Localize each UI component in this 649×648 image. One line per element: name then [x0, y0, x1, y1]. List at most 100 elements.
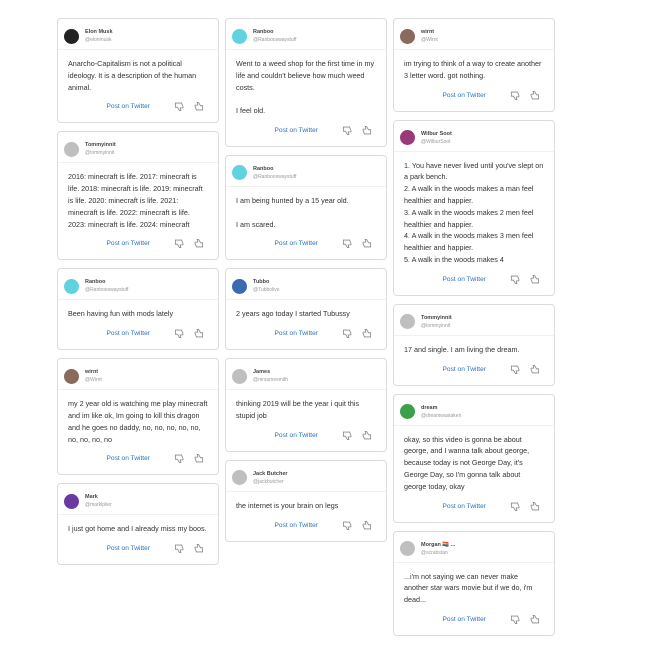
post-on-twitter-link[interactable]: Post on Twitter [275, 432, 319, 439]
post-on-twitter-link[interactable]: Post on Twitter [443, 503, 487, 510]
tweet-text: im trying to think of a way to create an… [404, 59, 542, 80]
tweet-text: 1. You have never lived until you've sle… [404, 160, 544, 264]
avatar [400, 28, 415, 44]
tweet-actions: Post on Twitter [226, 320, 386, 349]
tweet-header: James @mrsamesmith [226, 359, 386, 391]
tweet-actions: Post on Twitter [58, 445, 218, 474]
thumbs-up-icon[interactable] [361, 520, 372, 531]
tweet-card: James @mrsamesmith thinking 2019 will be t… [225, 358, 387, 452]
post-on-twitter-link[interactable]: Post on Twitter [107, 103, 151, 110]
author-handle: @WilburSoot [421, 138, 451, 145]
thumbs-down-icon[interactable] [510, 274, 521, 285]
thumbs-up-icon[interactable] [361, 430, 372, 441]
thumbs-down-icon[interactable] [174, 328, 185, 339]
thumbs-up-icon[interactable] [529, 274, 540, 285]
post-on-twitter-link[interactable]: Post on Twitter [275, 127, 319, 134]
tweet-header: dream @dreamwastaken [394, 395, 554, 426]
tweet-text: 17 and single. I am living the dream. [404, 344, 520, 354]
thumbs-up-icon[interactable] [361, 238, 372, 249]
tweet-card: Mark @markiplier I just got home and I alr… [57, 483, 219, 566]
thumbs-down-icon[interactable] [174, 453, 185, 464]
tweet-text: Anarcho-Capitalism is not a political id… [68, 59, 197, 92]
author-handle: @Wirnt [85, 377, 102, 384]
thumbs-up-icon[interactable] [193, 328, 204, 339]
post-on-twitter-link[interactable]: Post on Twitter [275, 330, 319, 337]
thumbs-down-icon[interactable] [174, 238, 185, 249]
tweet-header: Wilbur Soot @WilburSoot [394, 121, 554, 152]
tweet-text: ...i'm not saying we can never make anot… [404, 571, 533, 605]
post-on-twitter-link[interactable]: Post on Twitter [443, 366, 487, 373]
tweet-card: wirnt @Wirnt my 2 year old is watching me … [57, 358, 219, 476]
tweet-text: I am being hunted by a 15 year old. I am… [236, 195, 349, 229]
thumbs-down-icon[interactable] [342, 328, 353, 339]
author-name: Tubbo [253, 279, 270, 286]
tweet-column: wirnt @Wirnt im trying to think of a way t… [393, 18, 555, 644]
thumbs-down-icon[interactable] [342, 125, 353, 136]
tweet-header: wirnt @Wirnt [58, 359, 218, 391]
thumbs-down-icon[interactable] [174, 101, 185, 112]
thumbs-up-icon[interactable] [529, 501, 540, 512]
author-name: Ranboo [253, 165, 274, 172]
tweet-actions: Post on Twitter [394, 493, 554, 522]
tweet-actions: Post on Twitter [226, 230, 386, 259]
tweet-text: thinking 2019 will be the year i quit th… [236, 399, 360, 420]
tweet-card: Ranboo @Ranbooswaystuff Been having fun wi… [57, 268, 219, 351]
author-name: Ranboo [85, 279, 106, 286]
thumbs-up-icon[interactable] [193, 238, 204, 249]
author-name: James [253, 369, 271, 376]
tweet-actions: Post on Twitter [58, 93, 218, 122]
tweet-column: Elon Musk @elonmusk Anarcho-Capitalism is … [57, 18, 219, 573]
post-on-twitter-link[interactable]: Post on Twitter [275, 522, 319, 529]
author-name: Morgan 🏳️‍🌈 ... [421, 541, 456, 548]
thumbs-up-icon[interactable] [529, 364, 540, 375]
thumbs-up-icon[interactable] [193, 543, 204, 554]
avatar [400, 314, 415, 330]
post-on-twitter-link[interactable]: Post on Twitter [443, 92, 487, 99]
tweet-card: Tommyinnit @tommyinnit 2016: minecraft is … [57, 131, 219, 261]
post-on-twitter-link[interactable]: Post on Twitter [107, 455, 151, 462]
avatar [232, 28, 247, 44]
thumbs-down-icon[interactable] [342, 520, 353, 531]
author-name: Mark [85, 494, 98, 501]
author-handle: @tommyinnit [421, 322, 451, 329]
thumbs-down-icon[interactable] [510, 364, 521, 375]
thumbs-up-icon[interactable] [529, 614, 540, 625]
thumbs-up-icon[interactable] [529, 90, 540, 101]
tweet-text: 2 years ago today I started Tubussy [236, 309, 350, 319]
tweet-header: wirnt @Wirnt [394, 19, 554, 50]
post-on-twitter-link[interactable]: Post on Twitter [443, 276, 487, 283]
post-on-twitter-link[interactable]: Post on Twitter [107, 545, 151, 552]
tweet-card: dream @dreamwastaken okay, so this video i… [393, 393, 555, 523]
author-name: Tommyinnit [85, 142, 116, 149]
tweet-text: Been having fun with mods lately [68, 309, 174, 319]
thumbs-down-icon[interactable] [342, 430, 353, 441]
tweet-actions: Post on Twitter [394, 266, 554, 295]
tweet-actions: Post on Twitter [58, 535, 218, 564]
tweet-card: Wilbur Soot @WilburSoot 1. You have never … [393, 119, 555, 296]
avatar [64, 28, 79, 44]
tweet-header: Jack Butcher @jackbutcher [226, 461, 386, 492]
thumbs-down-icon[interactable] [342, 238, 353, 249]
thumbs-down-icon[interactable] [510, 614, 521, 625]
tweet-text: Went to a weed shop for the first time i… [236, 59, 375, 116]
tweet-card: Morgan 🏳️‍🌈 ... @scrabstan ...i'm not sayi… [393, 530, 555, 636]
thumbs-down-icon[interactable] [510, 90, 521, 101]
tweet-header: Morgan 🏳️‍🌈 ... @scrabstan [394, 532, 554, 563]
post-on-twitter-link[interactable]: Post on Twitter [107, 240, 151, 247]
thumbs-down-icon[interactable] [174, 543, 185, 554]
author-handle: @Ranbooswaystuff [253, 37, 297, 43]
author-handle: @Tubbolive [253, 287, 280, 294]
post-on-twitter-link[interactable]: Post on Twitter [107, 330, 151, 337]
post-on-twitter-link[interactable]: Post on Twitter [275, 240, 319, 247]
author-name: Elon Musk [85, 29, 113, 35]
author-name: Jack Butcher [253, 470, 288, 477]
thumbs-up-icon[interactable] [193, 453, 204, 464]
thumbs-up-icon[interactable] [361, 125, 372, 136]
avatar [64, 493, 79, 509]
thumbs-up-icon[interactable] [193, 101, 204, 112]
post-on-twitter-link[interactable]: Post on Twitter [443, 616, 487, 623]
tweet-actions: Post on Twitter [58, 230, 218, 259]
thumbs-down-icon[interactable] [510, 501, 521, 512]
avatar [64, 368, 79, 384]
thumbs-up-icon[interactable] [361, 328, 372, 339]
